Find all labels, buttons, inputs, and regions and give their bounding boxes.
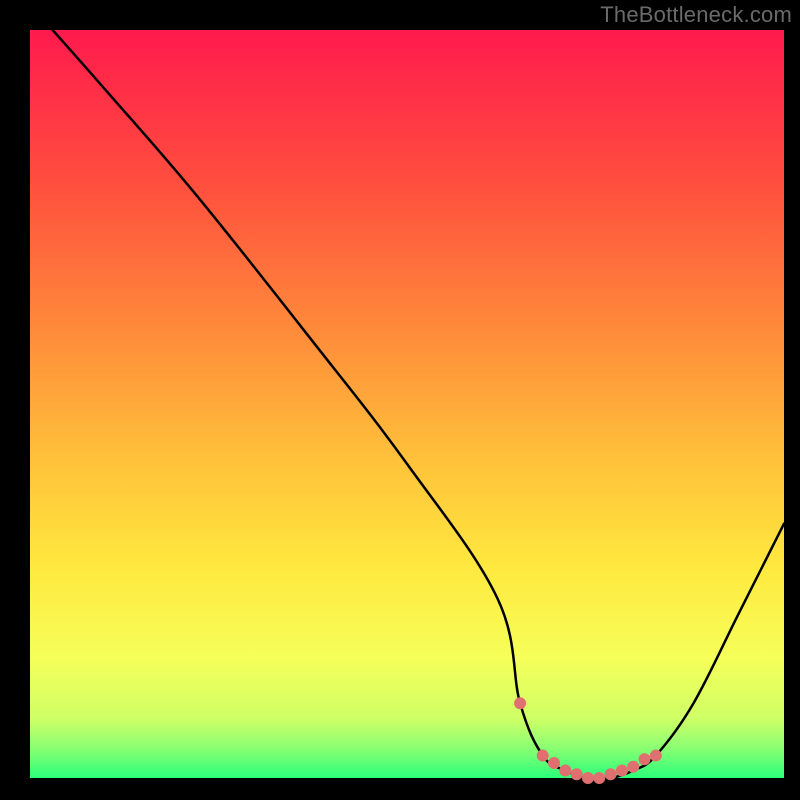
curve-marker	[650, 750, 662, 762]
curve-marker	[605, 768, 617, 780]
plot-area-background	[30, 30, 784, 778]
curve-marker	[514, 697, 526, 709]
bottleneck-curve-chart	[0, 0, 800, 800]
curve-marker	[548, 757, 560, 769]
curve-marker	[639, 753, 651, 765]
curve-marker	[571, 768, 583, 780]
chart-container: TheBottleneck.com	[0, 0, 800, 800]
curve-marker	[593, 772, 605, 784]
watermark-text: TheBottleneck.com	[600, 2, 792, 28]
curve-marker	[537, 750, 549, 762]
curve-marker	[616, 765, 628, 777]
curve-marker	[627, 761, 639, 773]
curve-marker	[582, 772, 594, 784]
curve-marker	[559, 765, 571, 777]
